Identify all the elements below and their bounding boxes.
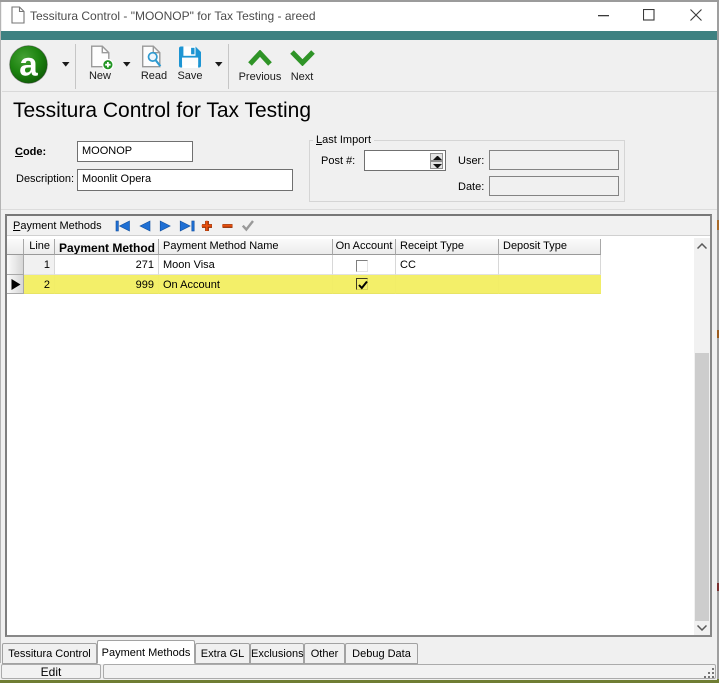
svg-text:a: a bbox=[19, 47, 38, 84]
